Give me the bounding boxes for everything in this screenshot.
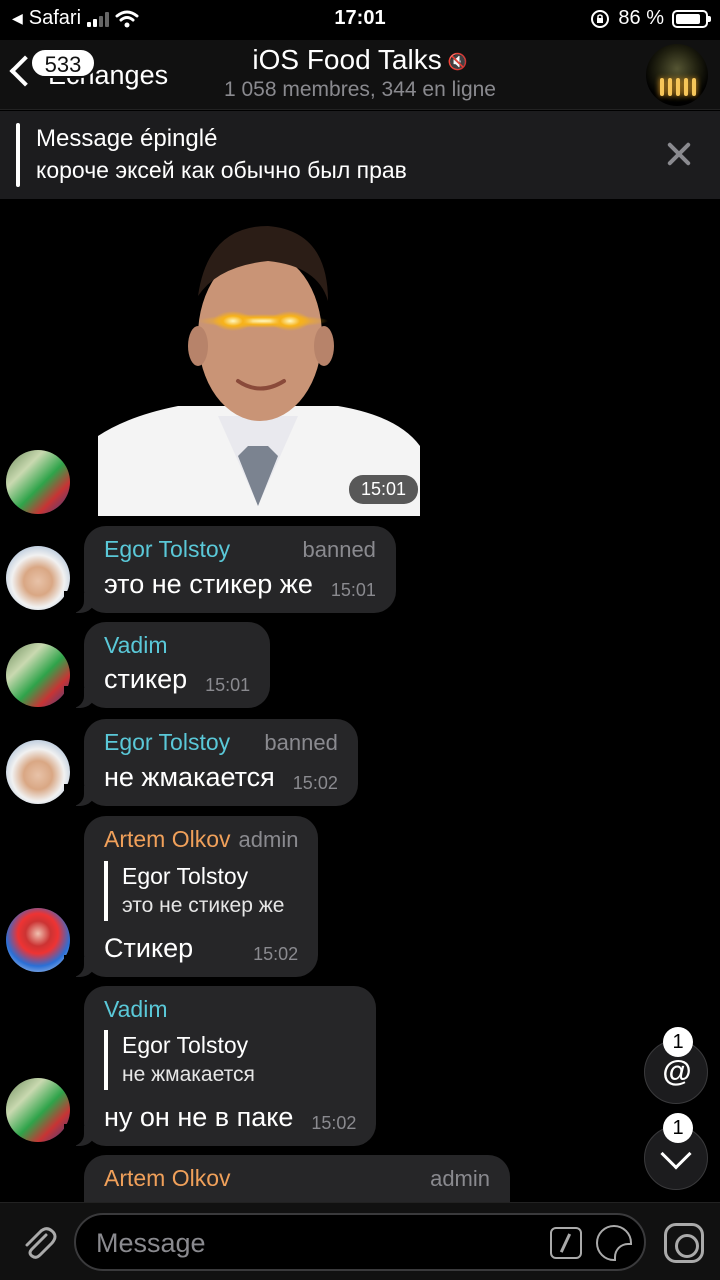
battery-icon [672,9,711,28]
message-body: это не стикер же 15:01 [104,565,376,603]
avatar[interactable] [6,546,70,610]
orientation-lock-icon [591,9,610,28]
author-role: banned [264,730,338,755]
message-header: Vadim [104,630,250,660]
message-body: стикер 15:01 [104,660,250,698]
chevron-down-icon [660,1138,692,1170]
sticker-time: 15:01 [348,475,418,504]
status-bar: ◀ Safari 17:01 86 % [0,0,720,40]
reply-author: Egor Tolstoy [122,1032,249,1058]
attach-icon[interactable] [18,1223,58,1263]
chat-title-block[interactable]: iOS Food Talks 🔇 [0,44,720,76]
reply-quote[interactable]: Egor Tolstoy не жмакается [104,1030,356,1090]
muted-icon: 🔇 [447,53,468,71]
at-icon: @ [662,1055,692,1088]
reply-text: это не стикер же [122,894,285,917]
pinned-text: короче эксей как обычно был прав [36,157,407,183]
avatar[interactable] [6,1078,70,1142]
author-role: banned [302,537,376,562]
message-header: Egor Tolstoy banned [104,534,376,565]
author-name[interactable]: Vadim [104,630,168,660]
message-header: Egor Tolstoy banned [104,727,338,758]
scroll-down-button[interactable]: 1 [644,1113,708,1190]
message-time: 15:02 [311,1113,357,1133]
message-text: это не стикер же [104,569,313,599]
close-icon[interactable] [664,139,694,169]
message-bubble[interactable]: Egor Tolstoy banned это не стикер же 15:… [64,526,396,613]
message-text: ну он не в паке [104,1102,294,1132]
battery-percent: 86 % [618,7,664,29]
message-text: стикер [104,664,188,694]
message-text: Стикер [104,933,194,963]
input-bar [0,1202,720,1280]
message-time: 15:02 [253,944,299,964]
reply-author: Egor Tolstoy [122,863,249,889]
author-role: admin [238,827,299,852]
unread-count: 1 [663,1113,693,1143]
author-name[interactable]: Egor Tolstoy [104,534,230,564]
author-name[interactable]: Egor Tolstoy [104,727,230,757]
message-header: Vadim [104,994,356,1024]
sticker-icon[interactable] [596,1225,632,1261]
message-text: не жмакается [104,762,275,792]
mentions-button[interactable]: @ 1 [644,1027,708,1104]
message-input[interactable] [96,1225,536,1261]
message-header: Artem Olkov admin [104,824,298,855]
avatar[interactable] [6,908,70,972]
message-time: 15:02 [292,773,338,793]
message-body: ну он не в паке 15:02 [104,1098,356,1136]
message-bubble[interactable]: Egor Tolstoy banned не жмакается 15:02 [64,719,358,806]
chat-avatar[interactable] [646,44,708,106]
message-header: Artem Olkov admin [104,1163,490,1194]
pinned-indicator [16,123,20,187]
author-name[interactable]: Artem Olkov [104,1163,231,1193]
author-role: admin [430,1166,490,1191]
pinned-heading: Message épinglé [36,125,218,152]
sticker-message[interactable]: 15:01 [98,206,420,516]
sticker-image [98,226,420,516]
message-bubble[interactable]: Vadim Egor Tolstoy не жмакается ну он не… [63,986,377,1146]
bot-commands-icon[interactable] [550,1227,582,1259]
author-name[interactable]: Vadim [104,994,168,1024]
message-time: 15:01 [205,675,251,695]
status-right: 86 % [590,7,711,30]
reply-quote[interactable]: Egor Tolstoy это не стикер же [104,861,298,921]
mentions-count: 1 [663,1027,693,1057]
author-name[interactable]: Artem Olkov [104,824,231,854]
chat-subtitle: 1 058 membres, 344 en ligne [223,78,496,101]
message-bubble[interactable]: Vadim стикер 15:01 [63,622,271,708]
message-body: Стикер 15:02 [104,929,298,967]
chat-title: iOS Food Talks [252,44,442,75]
pinned-message-bar[interactable]: Message épinglé короче эксей как обычно … [0,111,720,199]
message-bubble[interactable]: Artem Olkov admin Egor Tolstoy это не ст… [63,816,319,977]
message-field[interactable] [74,1213,646,1271]
avatar[interactable] [6,450,70,514]
message-time: 15:01 [330,580,376,600]
message-body: не жмакается 15:02 [104,758,338,796]
chat-header: Échanges 533 iOS Food Talks 🔇 1 058 membr… [0,40,720,110]
reply-text: не жмакается [122,1063,255,1086]
avatar[interactable] [6,643,70,707]
avatar[interactable] [6,740,70,804]
camera-icon[interactable] [664,1223,704,1263]
